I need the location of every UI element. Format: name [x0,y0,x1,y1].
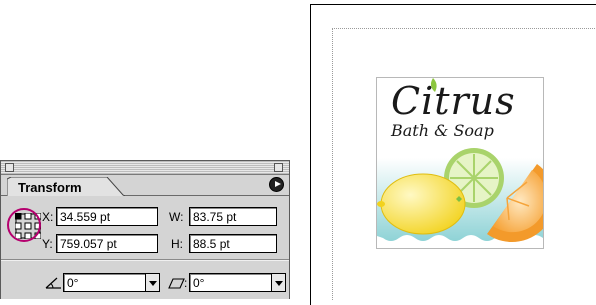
zoom-box-icon[interactable] [274,163,283,172]
brand-name: Citrus [391,79,516,123]
transform-panel: Transform X: 34.559 pt W: 83.75 pt Y: 75 [0,160,290,299]
panel-divider [1,259,289,261]
reference-point-highlight-circle [7,208,41,242]
x-label: X: [42,210,54,224]
rotate-angle-icon [45,277,61,289]
y-field[interactable]: 759.057 pt [56,234,158,253]
y-label: Y: [42,237,53,251]
w-label: W: [169,210,184,224]
shear-field[interactable]: 0° [189,273,272,292]
panel-tab-row: Transform [1,175,289,196]
citrus-logo-artwork[interactable]: Citrus Bath & Soap [376,77,544,249]
brand-tagline: Bath & Soap [391,121,494,140]
h-field[interactable]: 88.5 pt [189,234,277,253]
close-box-icon[interactable] [5,163,14,172]
w-field[interactable]: 83.75 pt [189,207,277,226]
panel-titlebar[interactable] [1,161,289,175]
rotate-dropdown-chevron-down-icon[interactable] [145,273,160,292]
panel-menu-triangle-icon[interactable] [269,177,284,192]
tab-transform-label: Transform [18,180,82,195]
x-field[interactable]: 34.559 pt [56,207,158,226]
tab-transform[interactable]: Transform [7,177,125,196]
h-label: H: [171,237,183,251]
shear-dropdown-chevron-down-icon[interactable] [271,273,286,292]
rotate-field[interactable]: 0° [63,273,146,292]
shear-colon: : [184,276,188,290]
